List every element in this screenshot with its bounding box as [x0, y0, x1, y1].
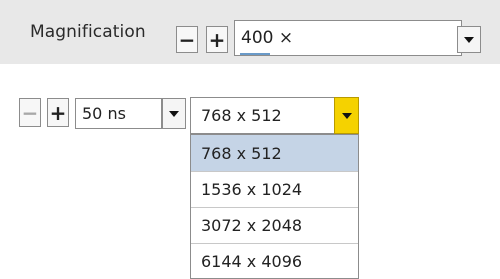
magnification-dropdown-button[interactable]	[457, 26, 481, 53]
magnification-decrease-button[interactable]: −	[176, 26, 198, 53]
resolution-value: 768 x 512	[201, 106, 282, 125]
option-label: 1536 x 1024	[201, 179, 303, 199]
minus-icon: −	[178, 27, 196, 52]
plus-icon: +	[49, 100, 67, 125]
magnification-input[interactable]: 400 ×	[234, 20, 462, 56]
plus-icon: +	[208, 27, 226, 52]
dwell-value: 50 ns	[82, 104, 126, 123]
chevron-down-icon	[169, 110, 179, 117]
magnification-increase-button[interactable]: +	[206, 26, 228, 53]
resolution-select[interactable]: 768 x 512	[190, 97, 335, 134]
resolution-options-list: 768 x 512 1536 x 1024 3072 x 2048 6144 x…	[190, 134, 359, 279]
spellcheck-underline	[240, 53, 270, 55]
dwell-input[interactable]: 50 ns	[75, 98, 162, 129]
list-item-3072x2048[interactable]: 3072 x 2048	[191, 207, 358, 243]
list-item-1536x1024[interactable]: 1536 x 1024	[191, 171, 358, 207]
magnification-panel: Magnification − + 400 ×	[0, 0, 500, 64]
resolution-dropdown-button[interactable]	[334, 97, 359, 134]
list-item-6144x4096[interactable]: 6144 x 4096	[191, 243, 358, 279]
list-item-768x512[interactable]: 768 x 512	[191, 135, 358, 171]
dwell-decrease-button[interactable]: −	[19, 98, 41, 127]
option-label: 6144 x 4096	[201, 251, 303, 271]
option-label: 768 x 512	[201, 143, 282, 163]
dwell-dropdown-button[interactable]	[162, 98, 186, 129]
chevron-down-icon	[464, 36, 474, 43]
dwell-increase-button[interactable]: +	[47, 98, 69, 127]
magnification-label: Magnification	[30, 22, 146, 42]
option-label: 3072 x 2048	[201, 215, 303, 235]
minus-icon: −	[21, 100, 39, 125]
chevron-down-icon	[341, 112, 352, 119]
magnification-value: 400 ×	[241, 28, 294, 48]
